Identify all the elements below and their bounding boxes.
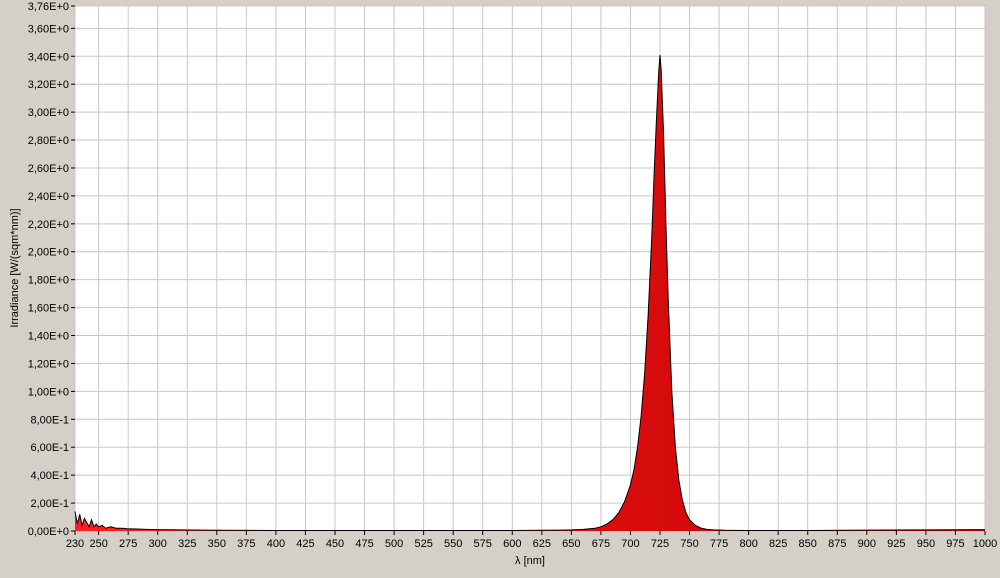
- x-tick-label: 400: [267, 538, 285, 550]
- x-tick-label: 925: [887, 538, 905, 550]
- x-axis-label: λ [nm]: [515, 555, 545, 567]
- x-tick-label: 1000: [973, 538, 997, 550]
- y-tick-label: 3,76E+0: [28, 1, 69, 13]
- x-tick-label: 300: [149, 538, 167, 550]
- x-tick-label: 900: [858, 538, 876, 550]
- x-tick-label: 850: [799, 538, 817, 550]
- x-axis: 230 250 275 300 325 350 375 400 425 450 475 500 525 5…: [66, 531, 997, 550]
- x-tick-label: 650: [562, 538, 580, 550]
- y-axis-label: Irradiance [W/(sqm*nm)]: [9, 208, 21, 327]
- x-tick-label: 975: [946, 538, 964, 550]
- x-tick-label: 550: [444, 538, 462, 550]
- y-tick-label: 0,00E+0: [28, 526, 69, 538]
- y-tick-label: 1,80E+0: [28, 275, 69, 287]
- y-tick-label: 2,40E+0: [28, 191, 69, 203]
- x-tick-label: 425: [296, 538, 314, 550]
- y-tick-label: 2,00E+0: [28, 247, 69, 259]
- x-tick-label: 350: [208, 538, 226, 550]
- x-tick-label: 275: [119, 538, 137, 550]
- x-tick-label: 700: [621, 538, 639, 550]
- x-tick-label: 775: [710, 538, 728, 550]
- x-tick-label: 230: [66, 538, 84, 550]
- y-tick-label: 8,00E-1: [30, 414, 69, 426]
- y-tick-label: 1,40E+0: [28, 331, 69, 343]
- x-tick-label: 825: [769, 538, 787, 550]
- x-tick-label: 800: [739, 538, 757, 550]
- y-tick-label: 2,20E+0: [28, 219, 69, 231]
- y-tick-label: 3,20E+0: [28, 79, 69, 91]
- y-tick-label: 2,80E+0: [28, 135, 69, 147]
- y-tick-label: 3,00E+0: [28, 107, 69, 119]
- y-tick-label: 3,40E+0: [28, 51, 69, 63]
- x-tick-label: 600: [503, 538, 521, 550]
- x-tick-label: 750: [680, 538, 698, 550]
- x-tick-label: 625: [533, 538, 551, 550]
- plot-area: [74, 5, 986, 532]
- x-tick-label: 450: [326, 538, 344, 550]
- x-tick-label: 725: [651, 538, 669, 550]
- x-tick-label: 950: [917, 538, 935, 550]
- y-tick-label: 6,00E-1: [30, 442, 69, 454]
- x-tick-label: 375: [237, 538, 255, 550]
- x-tick-label: 500: [385, 538, 403, 550]
- x-tick-label: 250: [89, 538, 107, 550]
- x-tick-label: 525: [414, 538, 432, 550]
- y-tick-label: 4,00E-1: [30, 470, 69, 482]
- y-axis: 0,00E+0 2,00E-1 4,00E-1 6,00E-1 8,00E-1 1,00E…: [28, 1, 75, 538]
- x-tick-label: 475: [355, 538, 373, 550]
- y-tick-label: 2,00E-1: [30, 498, 69, 510]
- x-tick-label: 675: [592, 538, 610, 550]
- y-tick-label: 1,20E+0: [28, 358, 69, 370]
- y-tick-label: 2,60E+0: [28, 163, 69, 175]
- y-tick-label: 1,60E+0: [28, 303, 69, 315]
- x-tick-label: 575: [474, 538, 492, 550]
- chart-svg: 0,00E+0 2,00E-1 4,00E-1 6,00E-1 8,00E-1 1,00E…: [9, 1, 997, 567]
- x-tick-label: 325: [178, 538, 196, 550]
- y-tick-label: 3,60E+0: [28, 23, 69, 35]
- x-tick-label: 875: [828, 538, 846, 550]
- y-tick-label: 1,00E+0: [28, 386, 69, 398]
- spectrum-chart: 0,00E+0 2,00E-1 4,00E-1 6,00E-1 8,00E-1 1,00E…: [0, 0, 1000, 573]
